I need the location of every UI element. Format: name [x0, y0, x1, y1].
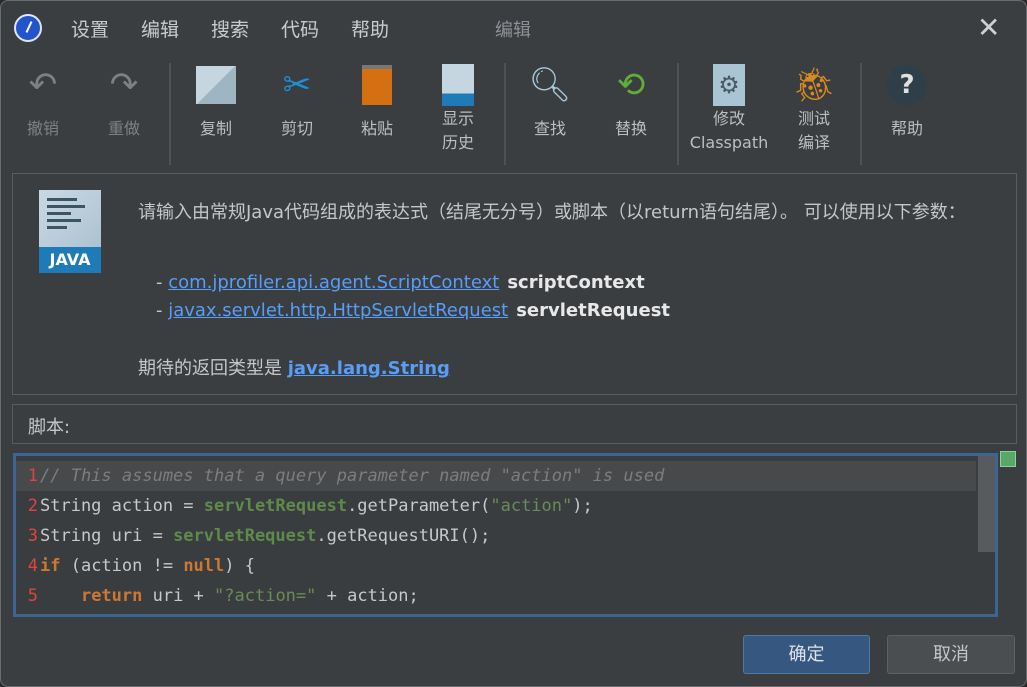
- code-text: .getParameter(: [347, 496, 491, 516]
- vertical-scrollbar[interactable]: [978, 456, 995, 552]
- code-text: );: [572, 496, 593, 516]
- line-number: 3: [27, 526, 38, 546]
- code-text: (action !=: [60, 556, 184, 576]
- ok-button[interactable]: 确定: [743, 635, 870, 674]
- code-line: 5 return uri + "?action=" + action;: [16, 581, 976, 611]
- replace-label: 替换: [614, 119, 647, 138]
- paste-button[interactable]: 粘贴: [337, 63, 417, 141]
- param-type-link[interactable]: javax.servlet.http.HttpServletRequest: [168, 300, 508, 321]
- code-field: servletRequest: [173, 526, 317, 546]
- gear-file-icon: ⚙: [707, 63, 751, 107]
- param-name: scriptContext: [507, 272, 645, 293]
- menu-help[interactable]: 帮助: [351, 15, 389, 42]
- code-text: ) {: [224, 556, 255, 576]
- code-line: 2 String action = servletRequest.getParam…: [16, 491, 976, 521]
- code-comment: // This assumes that a query parameter n…: [40, 466, 665, 486]
- return-type-row: 期待的返回类型是 java.lang.String: [138, 354, 450, 380]
- script-label: 脚本:: [12, 404, 1017, 444]
- help-button[interactable]: ? 帮助: [867, 63, 947, 141]
- code-text: + action;: [316, 586, 419, 606]
- help-icon: ?: [885, 63, 929, 107]
- line-number: 4: [27, 556, 38, 576]
- code-line: 3 String uri = servletRequest.getRequestU…: [16, 521, 976, 551]
- history-label-1: 显示: [441, 109, 474, 128]
- compile-label-1: 测试: [797, 109, 830, 128]
- toolbar-separator: [860, 63, 862, 165]
- magnifier-icon: 🔍︎: [528, 65, 572, 105]
- code-keyword: null: [183, 556, 225, 576]
- menu-search[interactable]: 搜索: [211, 15, 249, 42]
- code-line: 4 if (action != null) {: [16, 551, 976, 581]
- param-row: - javax.servlet.http.HttpServletRequest s…: [156, 297, 670, 325]
- toolbar-separator: [504, 63, 506, 165]
- return-type-prefix: 期待的返回类型是: [138, 358, 288, 379]
- edit-classpath-button[interactable]: ⚙ 修改 Classpath: [683, 63, 775, 155]
- compile-label-2: 编译: [797, 133, 830, 152]
- redo-icon: ↷: [109, 65, 139, 105]
- classpath-label-2: Classpath: [689, 133, 769, 152]
- code-editor[interactable]: 1// This assumes that a query parameter …: [13, 453, 998, 617]
- copy-button[interactable]: 复制: [176, 63, 256, 141]
- scissors-icon: ✂: [282, 65, 312, 105]
- java-icon-label: JAVA: [39, 247, 101, 273]
- param-name: servletRequest: [516, 300, 671, 321]
- clipboard-icon: [355, 63, 399, 107]
- java-file-icon: [436, 63, 480, 107]
- code-text: String uri =: [40, 526, 174, 546]
- cancel-button[interactable]: 取消: [887, 635, 1015, 674]
- description-text: 请输入由常规Java代码组成的表达式（结尾无分号）或脚本（以return语句结尾…: [138, 202, 966, 223]
- copy-icon: [194, 63, 238, 107]
- menubar: 设置 编辑 搜索 代码 帮助 编辑 ✕: [1, 1, 1026, 56]
- copy-label: 复制: [199, 119, 232, 138]
- param-dash: -: [156, 272, 169, 293]
- code-text: String action =: [40, 496, 204, 516]
- show-history-button[interactable]: 显示 历史: [418, 63, 498, 155]
- return-type-link[interactable]: java.lang.String: [288, 358, 450, 379]
- replace-button[interactable]: ⟲ 替换: [591, 63, 671, 141]
- app-logo-icon: [14, 14, 42, 42]
- code-text: uri +: [142, 586, 215, 606]
- classpath-label-1: 修改: [712, 109, 745, 128]
- history-label-2: 历史: [441, 133, 474, 152]
- java-icon: JAVA: [39, 190, 101, 273]
- code-text: .getRequestURI();: [316, 526, 491, 546]
- paste-label: 粘贴: [360, 119, 393, 138]
- menu-edit[interactable]: 编辑: [141, 15, 179, 42]
- toolbar-separator: [677, 63, 679, 165]
- param-row: - com.jprofiler.api.agent.ScriptContext s…: [156, 269, 645, 297]
- code-line: 1// This assumes that a query parameter …: [16, 461, 976, 491]
- close-icon[interactable]: ✕: [977, 11, 1000, 44]
- test-compile-button[interactable]: 🐞︎ 测试编译: [774, 63, 854, 155]
- code-string: "?action=": [214, 586, 317, 606]
- code-keyword: return: [80, 586, 143, 606]
- info-panel: JAVA 请输入由常规Java代码组成的表达式（结尾无分号）或脚本（以retur…: [12, 173, 1017, 395]
- redo-button[interactable]: ↷ 重做: [84, 63, 164, 141]
- undo-icon: ↶: [28, 65, 58, 105]
- find-button[interactable]: 🔍︎ 查找: [510, 63, 590, 141]
- redo-label: 重做: [107, 119, 140, 138]
- param-dash: -: [156, 300, 169, 321]
- menu-code[interactable]: 代码: [281, 15, 319, 42]
- bug-icon: 🐞︎: [792, 65, 836, 105]
- code-keyword: if: [40, 556, 61, 576]
- line-number: 5: [27, 586, 38, 606]
- code-field: servletRequest: [203, 496, 348, 516]
- find-label: 查找: [533, 119, 566, 138]
- toolbar-separator: [169, 63, 171, 165]
- line-number: 2: [27, 496, 38, 516]
- param-type-link[interactable]: com.jprofiler.api.agent.ScriptContext: [168, 272, 499, 293]
- replace-icon: ⟲: [616, 65, 646, 105]
- undo-label: 撤销: [26, 119, 59, 138]
- undo-button[interactable]: ↶ 撤销: [3, 63, 83, 141]
- help-label: 帮助: [890, 119, 923, 138]
- window-title: 编辑: [495, 20, 531, 41]
- code-string: "action": [490, 496, 573, 516]
- line-number: 1: [27, 466, 38, 486]
- script-editor-dialog: 设置 编辑 搜索 代码 帮助 编辑 ✕ ↶ 撤销 ↷ 重做 复制 ✂ 剪切 粘贴 显示…: [0, 0, 1027, 687]
- cut-button[interactable]: ✂ 剪切: [257, 63, 337, 141]
- status-marker-icon: [1000, 451, 1016, 467]
- cut-label: 剪切: [280, 119, 313, 138]
- menu-settings[interactable]: 设置: [71, 15, 109, 42]
